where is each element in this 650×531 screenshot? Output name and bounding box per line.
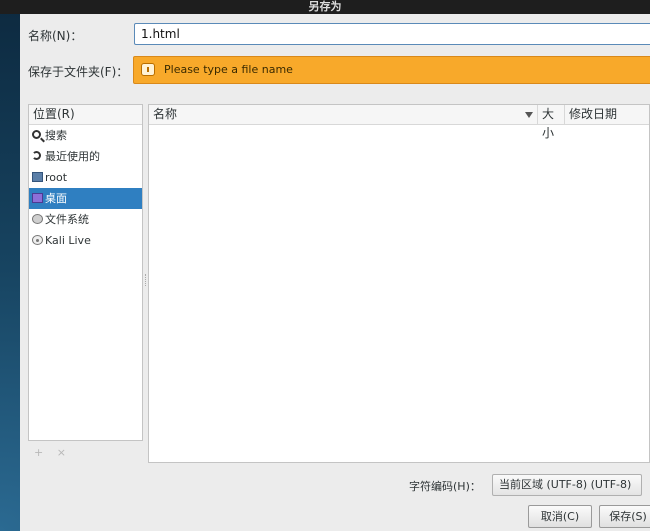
places-header[interactable]: 位置(R) <box>29 105 142 125</box>
encoding-label: 字符编码(H)： <box>409 480 481 493</box>
folder-label: 保存于文件夹(F)： <box>28 65 129 79</box>
save-dialog: 名称(N)： 保存于文件夹(F)： Please type a file nam… <box>20 14 650 531</box>
column-name-header[interactable]: 名称 <box>149 105 537 124</box>
encoding-select[interactable]: 当前区域 (UTF-8) (UTF-8) <box>492 474 642 496</box>
cancel-button[interactable]: 取消(C) <box>528 505 592 528</box>
place-search[interactable]: 搜索 <box>29 125 142 146</box>
save-button[interactable]: 保存(S) <box>599 505 650 528</box>
home-folder-icon <box>32 172 43 182</box>
search-icon <box>32 130 41 139</box>
recent-icon <box>32 151 41 160</box>
place-root[interactable]: root <box>29 167 142 188</box>
place-label: root <box>45 171 68 184</box>
place-kali-live[interactable]: Kali Live <box>29 230 142 251</box>
column-size-header[interactable]: 大小 <box>537 105 564 140</box>
places-toolbar: + × <box>34 446 76 459</box>
file-list[interactable]: 名称 大小 修改日期 <box>148 104 650 463</box>
warning-icon <box>141 63 155 76</box>
window-title: 另存为 <box>0 0 650 14</box>
file-list-header: 名称 大小 修改日期 <box>149 105 650 140</box>
optical-disc-icon <box>32 235 43 245</box>
place-label: 最近使用的 <box>45 150 100 163</box>
column-modified-header[interactable]: 修改日期 <box>564 105 650 124</box>
place-filesystem[interactable]: 文件系统 <box>29 209 142 230</box>
places-panel: 位置(R) 搜索 最近使用的 root 桌面 文件系统 Kali Live <box>28 104 143 441</box>
folder-warning-bar[interactable]: Please type a file name <box>133 56 650 84</box>
name-label: 名称(N)： <box>28 29 83 43</box>
sort-descending-icon <box>525 112 533 118</box>
add-place-button[interactable]: + <box>34 446 43 459</box>
place-recent[interactable]: 最近使用的 <box>29 146 142 167</box>
remove-place-button[interactable]: × <box>57 446 66 459</box>
place-label: 桌面 <box>45 192 67 205</box>
desktop-folder-icon <box>32 193 43 203</box>
file-name-input[interactable] <box>134 23 650 45</box>
warning-text: Please type a file name <box>164 63 293 76</box>
place-label: 文件系统 <box>45 213 89 226</box>
place-desktop[interactable]: 桌面 <box>29 188 142 209</box>
place-label: Kali Live <box>45 234 91 247</box>
harddisk-icon <box>32 214 43 224</box>
place-label: 搜索 <box>45 129 67 142</box>
